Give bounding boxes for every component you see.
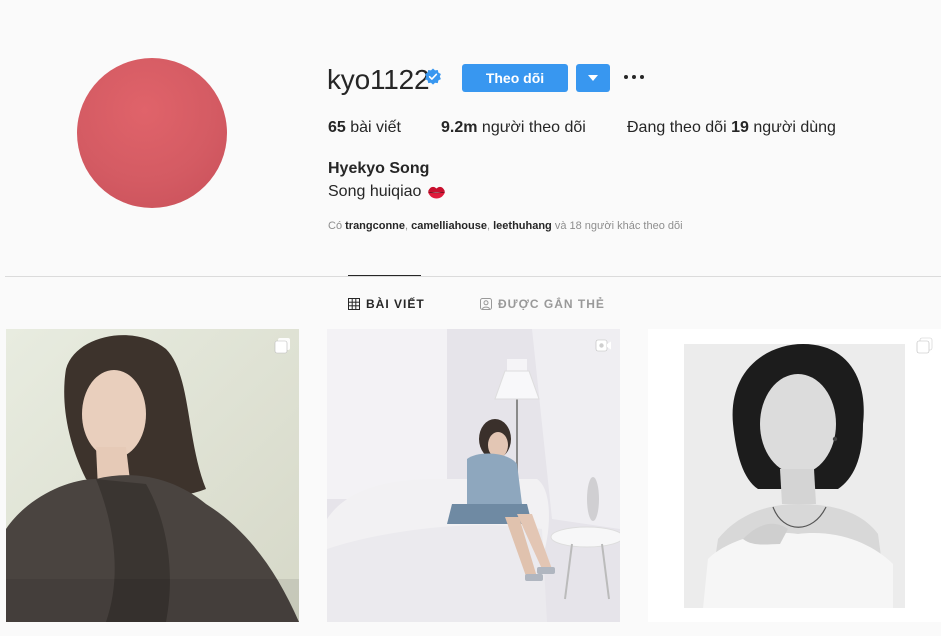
more-options-icon[interactable] [622,66,646,88]
post-thumbnail[interactable] [648,329,941,622]
multiple-photos-icon [274,338,290,354]
following-prefix: Đang theo dõi [627,119,727,136]
multiple-photos-icon [916,337,933,354]
tab-tagged-label: ĐƯỢC GẮN THẺ [498,297,605,311]
bio: Song huiqiao [328,182,446,202]
post-photo [6,329,299,622]
bio-text: Song huiqiao [328,183,422,200]
section-divider [5,276,941,277]
profile-page: kyo1122 Theo dõi 65 bài viết 9.2m người … [0,0,941,636]
active-tab-indicator [348,275,421,276]
tab-posts-label: BÀI VIẾT [366,297,425,311]
mutual-follower-link[interactable]: camelliahouse [411,220,487,232]
following-suffix: người dùng [753,119,836,136]
post-thumbnail[interactable] [6,329,299,622]
kiss-lips-icon [428,186,446,199]
username: kyo1122 [327,64,430,95]
post-photo [648,329,941,622]
followed-by-text: Có trangconne, camelliahouse, leethuhang… [328,220,683,232]
followers-label: người theo dõi [481,119,586,136]
grid-icon [348,298,360,310]
following-stat[interactable]: Đang theo dõi 19 người dùng [627,118,836,138]
post-thumbnail[interactable] [327,329,620,622]
tab-posts[interactable]: BÀI VIẾT [348,296,425,312]
followers-stat[interactable]: 9.2m người theo dõi [441,118,586,138]
posts-label: bài viết [350,119,401,136]
full-name: Hyekyo Song [328,160,430,177]
follow-button[interactable]: Theo dõi [462,64,568,92]
post-photo [327,329,620,622]
following-count: 19 [731,119,749,136]
followers-count: 9.2m [441,119,478,136]
posts-count-stat: 65 bài viết [328,118,401,138]
video-icon [595,339,611,352]
tab-tagged[interactable]: ĐƯỢC GẮN THẺ [480,296,605,312]
verified-badge-icon [425,68,441,85]
posts-count: 65 [328,119,346,136]
caret-down-icon [588,75,598,81]
profile-avatar[interactable] [77,58,227,208]
mutual-follower-link[interactable]: leethuhang [493,220,552,232]
follow-dropdown-button[interactable] [576,64,610,92]
mutual-follower-link[interactable]: trangconne [345,220,405,232]
tagged-person-icon [480,298,492,310]
